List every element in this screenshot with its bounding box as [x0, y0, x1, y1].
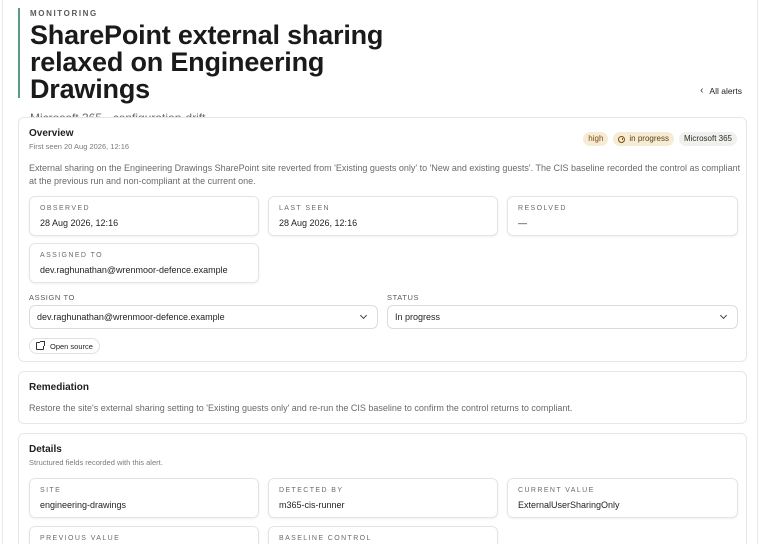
current-value-value: ExternalUserSharingOnly [518, 500, 620, 510]
page-title-line-2: relaxed on Engineering Drawings [30, 47, 325, 104]
detected-by-value: m365-cis-runner [279, 500, 345, 510]
clock-icon [618, 135, 626, 143]
remediation-card: Remediation Restore the site's external … [18, 371, 747, 424]
current-value-label: CURRENT VALUE [518, 487, 595, 494]
detected-by-field: DETECTED BY m365-cis-runner [268, 478, 498, 518]
overview-title: Overview [29, 128, 74, 139]
resolved-field: RESOLVED — [507, 196, 738, 236]
baseline-control-label: BASELINE CONTROL [279, 535, 372, 542]
observed-field: OBSERVED 28 Aug 2026, 12:16 [29, 196, 259, 236]
chevron-down-icon [359, 311, 368, 320]
baseline-control-field: BASELINE CONTROL [268, 526, 498, 544]
assigned-to-field: ASSIGNED TO dev.raghunathan@wrenmoor-def… [29, 243, 259, 283]
assign-to-label: ASSIGN TO [29, 293, 75, 302]
all-alerts-link[interactable]: ‹ All alerts [700, 85, 742, 96]
open-source-button[interactable]: Open source [29, 338, 100, 354]
page-title-line-1: SharePoint external sharing [30, 20, 384, 50]
detected-by-label: DETECTED BY [279, 487, 344, 494]
current-value-field: CURRENT VALUE ExternalUserSharingOnly [507, 478, 738, 518]
site-value: engineering-drawings [40, 500, 127, 510]
page-header: MONITORING SharePoint external sharing r… [18, 8, 438, 125]
first-seen-text: First seen 20 Aug 2026, 12:16 [29, 142, 130, 151]
assign-to-select-value: dev.raghunathan@wrenmoor-defence.example [37, 312, 225, 322]
last-seen-value: 28 Aug 2026, 12:16 [279, 218, 358, 228]
external-link-icon [36, 341, 45, 350]
source-badge: Microsoft 365 [678, 132, 737, 146]
details-header: Details Structured fields recorded with … [29, 444, 163, 467]
alert-description: External sharing on the Engineering Draw… [29, 163, 741, 186]
section-eyebrow: MONITORING [30, 9, 98, 18]
status-badge-label: in progress [629, 134, 669, 143]
severity-badge: high [583, 132, 609, 146]
assign-to-select[interactable]: dev.raghunathan@wrenmoor-defence.example [29, 305, 378, 329]
last-seen-label: LAST SEEN [279, 205, 330, 212]
status-label: STATUS [387, 293, 420, 302]
badge-group: high in progress Microsoft 365 [583, 132, 737, 146]
assigned-to-label: ASSIGNED TO [40, 252, 103, 259]
last-seen-field: LAST SEEN 28 Aug 2026, 12:16 [268, 196, 498, 236]
overview-card: Overview First seen 20 Aug 2026, 12:16 h… [18, 117, 747, 362]
all-alerts-label: All alerts [709, 85, 742, 96]
page-frame-right [757, 0, 758, 544]
resolved-label: RESOLVED [518, 205, 567, 212]
status-select-value: In progress [395, 312, 441, 322]
previous-value-label: PREVIOUS VALUE [40, 535, 121, 542]
observed-value: 28 Aug 2026, 12:16 [40, 218, 119, 228]
details-title: Details [29, 444, 62, 455]
open-source-label: Open source [50, 341, 93, 351]
site-field: SITE engineering-drawings [29, 478, 259, 518]
chevron-down-icon [719, 311, 728, 320]
page-frame-left [2, 0, 3, 544]
details-card: Details Structured fields recorded with … [18, 433, 747, 544]
overview-header: Overview First seen 20 Aug 2026, 12:16 [29, 128, 129, 151]
page-title: SharePoint external sharing relaxed on E… [30, 22, 438, 103]
chevron-left-icon: ‹ [700, 85, 704, 96]
status-select[interactable]: In progress [387, 305, 738, 329]
assigned-to-value: dev.raghunathan@wrenmoor-defence.example [40, 265, 228, 275]
details-subtitle: Structured fields recorded with this ale… [29, 458, 163, 467]
site-label: SITE [40, 487, 62, 494]
observed-label: OBSERVED [40, 205, 90, 212]
remediation-text: Restore the site's external sharing sett… [29, 403, 573, 413]
resolved-value: — [518, 218, 527, 228]
previous-value-field: PREVIOUS VALUE [29, 526, 259, 544]
status-badge: in progress [613, 132, 674, 146]
remediation-title: Remediation [29, 382, 90, 393]
